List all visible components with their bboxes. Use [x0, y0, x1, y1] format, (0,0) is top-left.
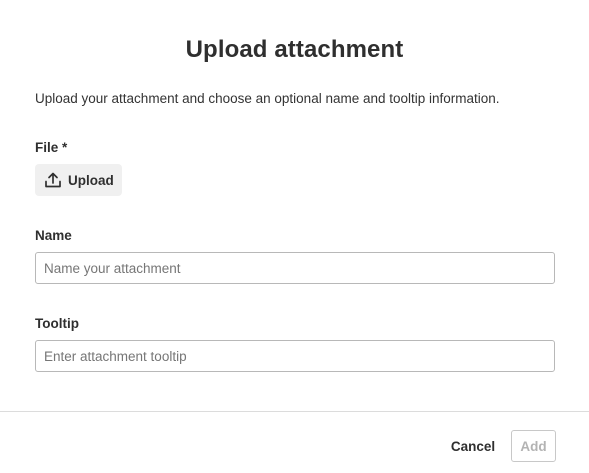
upload-attachment-dialog: Upload attachment Upload your attachment… — [0, 0, 589, 473]
add-button[interactable]: Add — [511, 430, 556, 462]
footer-divider — [0, 411, 589, 412]
name-input[interactable] — [35, 252, 555, 284]
upload-button[interactable]: Upload — [35, 164, 122, 196]
file-field-label: File * — [35, 140, 68, 155]
tooltip-field-label: Tooltip — [35, 316, 79, 331]
name-field-label: Name — [35, 228, 72, 243]
upload-button-label: Upload — [68, 172, 114, 188]
dialog-description: Upload your attachment and choose an opt… — [35, 91, 500, 106]
upload-icon — [44, 171, 62, 189]
tooltip-input[interactable] — [35, 340, 555, 372]
cancel-button[interactable]: Cancel — [442, 430, 504, 462]
dialog-title: Upload attachment — [185, 36, 404, 63]
